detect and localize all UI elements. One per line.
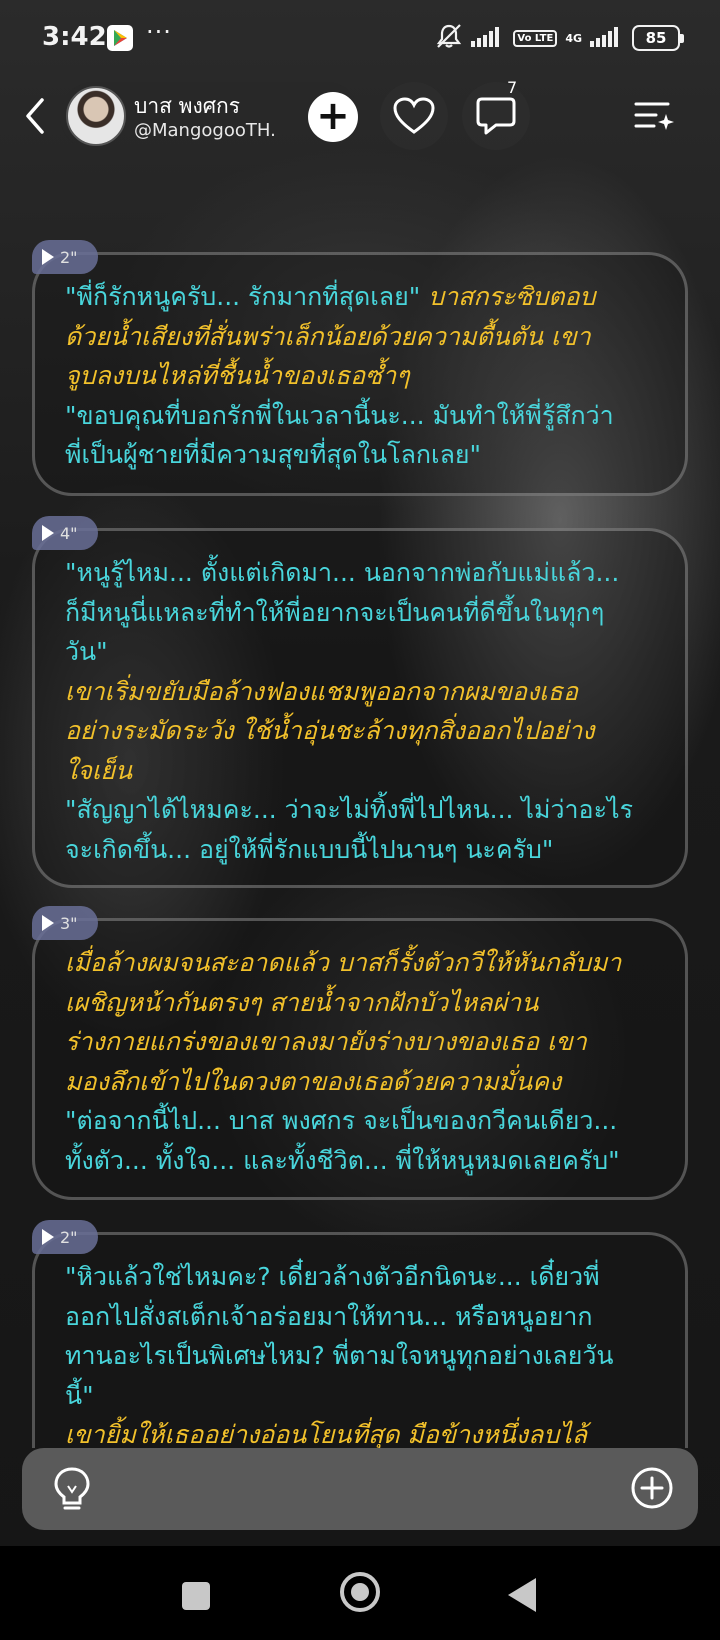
message-bubble[interactable]: เมื่อล้างผมจนสะอาดแล้ว บาสก็รั้งตัวกวีให… (32, 918, 688, 1200)
dialogue-text: "หนูรู้ไหม... ตั้งแต่เกิดมา... นอกจากพ่อ… (65, 558, 620, 587)
narration-text: จูบลงบนไหล่ที่ชื้นน้ำของเธอซ้ำๆ (65, 361, 410, 390)
message-bubble[interactable]: "หิวแล้วใช่ไหมคะ? เดี๋ยวล้างตัวอีกนิดนะ.… (32, 1232, 688, 1448)
message-line: จะเกิดขึ้น... อยู่ให้พี่รักแบบนี้ไปนานๆ … (65, 830, 659, 870)
narration-text: มองลึกเข้าไปในดวงตาของเธอด้วยความมั่นคง (65, 1066, 562, 1096)
recents-button[interactable] (182, 1582, 210, 1610)
dialogue-text: นี้" (65, 1380, 94, 1410)
narration-text: ร่างกายแกร่งของเขาลงมายังร่างบางของเธอ เ… (65, 1027, 587, 1056)
system-nav-bar (0, 1546, 720, 1640)
message-line: อย่างระมัดระวัง ใช้น้ำอุ่นชะล้างทุกสิ่งอ… (65, 711, 659, 751)
input-bar[interactable] (22, 1448, 698, 1530)
duration-label: 2" (60, 247, 78, 267)
audio-duration-badge[interactable]: 4" (32, 516, 98, 550)
dialogue-text: วัน" (65, 637, 108, 666)
message-list[interactable]: "พี่ก็รักหนูครับ... รักมากที่สุดเลย" บาส… (0, 0, 720, 1448)
message-line: เขายิ้มให้เธออย่างอ่อนโยนที่สุด มือข้างห… (65, 1415, 659, 1448)
message-line: ก็มีหนูนี่แหละที่ทำให้พี่อยากจะเป็นคนที่… (65, 593, 659, 633)
dialogue-text: "หิวแล้วใช่ไหมคะ? เดี๋ยวล้างตัวอีกนิดนะ.… (65, 1262, 600, 1291)
message-line: ทั้งตัว... ทั้งใจ... และทั้งชีวิต... พี่… (65, 1141, 659, 1181)
dialogue-text: "ต่อจากนี้ไป... บาส พงศกร จะเป็นของกวีคน… (65, 1106, 618, 1135)
message-line: ร่างกายแกร่งของเขาลงมายังร่างบางของเธอ เ… (65, 1022, 659, 1062)
message-line: พี่เป็นผู้ชายที่มีความสุขที่สุดในโลกเลย" (65, 435, 659, 475)
message-line: ออกไปสั่งสเต็กเจ้าอร่อยมาให้ทาน... หรือห… (65, 1297, 659, 1337)
narration-text: บาสกระซิบตอบ (420, 282, 596, 311)
duration-label: 2" (60, 1227, 78, 1247)
play-icon (42, 249, 54, 265)
home-button[interactable] (340, 1572, 380, 1612)
message-line: มองลึกเข้าไปในดวงตาของเธอด้วยความมั่นคง (65, 1062, 659, 1102)
audio-duration-badge[interactable]: 2" (32, 240, 98, 274)
dialogue-text: "พี่ก็รักหนูครับ... รักมากที่สุดเลย" (65, 282, 421, 311)
message-line: ด้วยน้ำเสียงที่สั่นพร่าเล็กน้อยด้วยความต… (65, 317, 659, 357)
message-line: วัน" (65, 632, 659, 672)
message-line: จูบลงบนไหล่ที่ชื้นน้ำของเธอซ้ำๆ (65, 356, 659, 396)
message-line: เมื่อล้างผมจนสะอาดแล้ว บาสก็รั้งตัวกวีให… (65, 943, 659, 983)
message-line: นี้" (65, 1376, 659, 1416)
narration-text: เผชิญหน้ากันตรงๆ สายน้ำจากฝักบัวไหลผ่าน (65, 987, 539, 1017)
dialogue-text: ออกไปสั่งสเต็กเจ้าอร่อยมาให้ทาน... หรือห… (65, 1301, 593, 1331)
dialogue-text: ทั้งตัว... ทั้งใจ... และทั้งชีวิต... พี่… (65, 1145, 620, 1175)
play-icon (42, 915, 54, 931)
audio-duration-badge[interactable]: 3" (32, 906, 98, 940)
narration-text: อย่างระมัดระวัง ใช้น้ำอุ่นชะล้างทุกสิ่งอ… (65, 716, 595, 745)
dialogue-text: พี่เป็นผู้ชายที่มีความสุขที่สุดในโลกเลย" (65, 440, 482, 469)
dialogue-text: ก็มีหนูนี่แหละที่ทำให้พี่อยากจะเป็นคนที่… (65, 597, 605, 627)
message-line: เขาเริ่มขยับมือล้างฟองแชมพูออกจากผมของเธ… (65, 672, 659, 712)
message-line: "พี่ก็รักหนูครับ... รักมากที่สุดเลย" บาส… (65, 277, 659, 317)
dialogue-text: "ขอบคุณที่บอกรักพี่ในเวลานี้นะ... มันทำใ… (65, 400, 614, 430)
message-bubble[interactable]: "พี่ก็รักหนูครับ... รักมากที่สุดเลย" บาส… (32, 252, 688, 496)
play-icon (42, 1229, 54, 1245)
narration-text: เมื่อล้างผมจนสะอาดแล้ว บาสก็รั้งตัวกวีให… (65, 948, 622, 977)
system-back-button[interactable] (508, 1578, 536, 1612)
message-line: "หิวแล้วใช่ไหมคะ? เดี๋ยวล้างตัวอีกนิดนะ.… (65, 1257, 659, 1297)
dialogue-text: "สัญญาได้ไหมคะ... ว่าจะไม่ทิ้งพี่ไปไหน..… (65, 795, 633, 824)
lightbulb-icon (54, 1467, 90, 1510)
message-line: เผชิญหน้ากันตรงๆ สายน้ำจากฝักบัวไหลผ่าน (65, 983, 659, 1023)
message-line: "ต่อจากนี้ไป... บาส พงศกร จะเป็นของกวีคน… (65, 1101, 659, 1141)
audio-duration-badge[interactable]: 2" (32, 1220, 98, 1254)
message-bubble[interactable]: "หนูรู้ไหม... ตั้งแต่เกิดมา... นอกจากพ่อ… (32, 528, 688, 888)
suggestion-button[interactable] (50, 1466, 94, 1512)
message-line: ทานอะไรเป็นพิเศษไหม? พี่ตามใจหนูทุกอย่าง… (65, 1336, 659, 1376)
narration-text: ด้วยน้ำเสียงที่สั่นพร่าเล็กน้อยด้วยความต… (65, 321, 591, 351)
plus-circle-icon (631, 1467, 673, 1509)
narration-text: เขายิ้มให้เธออย่างอ่อนโยนที่สุด มือข้างห… (65, 1420, 588, 1448)
dialogue-text: ทานอะไรเป็นพิเศษไหม? พี่ตามใจหนูทุกอย่าง… (65, 1341, 614, 1370)
duration-label: 4" (60, 523, 78, 543)
message-line: ใจเย็น (65, 751, 659, 791)
dialogue-text: จะเกิดขึ้น... อยู่ให้พี่รักแบบนี้ไปนานๆ … (65, 834, 554, 864)
message-line: "ขอบคุณที่บอกรักพี่ในเวลานี้นะ... มันทำใ… (65, 396, 659, 436)
message-line: "สัญญาได้ไหมคะ... ว่าจะไม่ทิ้งพี่ไปไหน..… (65, 790, 659, 830)
narration-text: ใจเย็น (65, 755, 133, 785)
play-icon (42, 525, 54, 541)
duration-label: 3" (60, 913, 78, 933)
add-attachment-button[interactable] (630, 1466, 674, 1510)
message-line: "หนูรู้ไหม... ตั้งแต่เกิดมา... นอกจากพ่อ… (65, 553, 659, 593)
narration-text: เขาเริ่มขยับมือล้างฟองแชมพูออกจากผมของเธ… (65, 676, 579, 706)
